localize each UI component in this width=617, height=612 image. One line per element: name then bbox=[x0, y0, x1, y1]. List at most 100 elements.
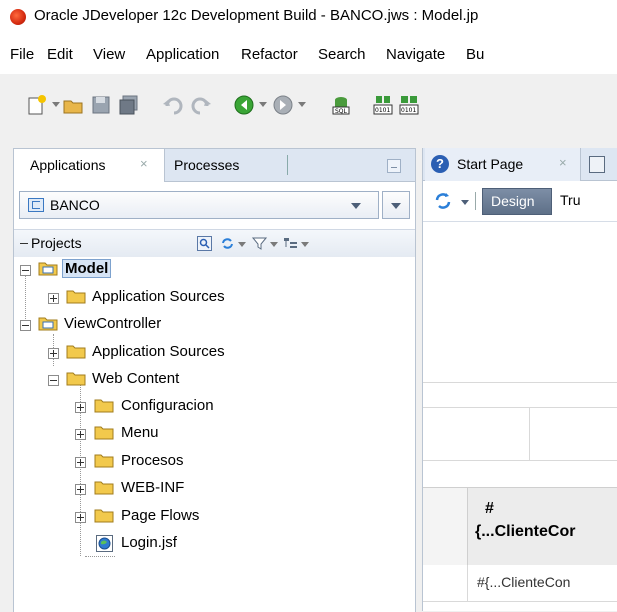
undo-icon[interactable] bbox=[162, 94, 184, 116]
redo-icon[interactable] bbox=[190, 94, 212, 116]
menu-navigate[interactable]: Navigate bbox=[386, 46, 445, 63]
applications-panel: Applications × Processes BANCO Projects bbox=[13, 148, 416, 612]
design-mode-button[interactable]: Design bbox=[482, 188, 552, 215]
layout-divider bbox=[423, 382, 617, 383]
tree-node-web-inf[interactable]: WEB-INF bbox=[14, 477, 414, 501]
tree-node-label: Model bbox=[62, 259, 112, 278]
tree-node-label: Procesos bbox=[121, 452, 184, 469]
expand-icon[interactable] bbox=[75, 484, 86, 495]
chevron-down-icon[interactable] bbox=[301, 242, 309, 247]
collapse-icon[interactable] bbox=[20, 320, 31, 331]
tree-node-web-content[interactable]: Web Content bbox=[14, 368, 414, 392]
design-label: Design bbox=[491, 193, 535, 209]
folder-icon bbox=[66, 344, 86, 359]
tree-node-label: Login.jsf bbox=[121, 534, 177, 551]
tree-node-model[interactable]: Model bbox=[14, 258, 414, 282]
editor-area: ? Start Page × Design Tru # {...ClienteC… bbox=[422, 148, 617, 611]
menu-view[interactable]: View bbox=[93, 46, 125, 63]
folder-icon bbox=[94, 425, 114, 440]
title-bar: Oracle JDeveloper 12c Development Build … bbox=[0, 0, 617, 34]
tree-node-login-jsf[interactable]: Login.jsf bbox=[14, 532, 414, 556]
tree-node-label: WEB-INF bbox=[121, 479, 185, 496]
tab-divider bbox=[287, 155, 288, 175]
expand-icon[interactable] bbox=[75, 457, 86, 468]
tree-node-application-sources[interactable]: Application Sources bbox=[14, 341, 414, 365]
tab-label: Applications bbox=[30, 157, 106, 173]
tab-start-page[interactable]: ? Start Page × bbox=[425, 148, 581, 181]
new-file-icon[interactable] bbox=[26, 94, 48, 116]
chevron-down-icon[interactable] bbox=[259, 102, 267, 107]
table-cell: #{...ClienteCon bbox=[477, 574, 571, 590]
tree-node-page-flows[interactable]: Page Flows bbox=[14, 505, 414, 529]
chevron-down-icon[interactable] bbox=[270, 242, 278, 247]
chevron-down-icon[interactable] bbox=[461, 200, 469, 205]
tree-node-configuracion[interactable]: Configuracion bbox=[14, 395, 414, 419]
jsf-page-icon bbox=[96, 535, 114, 552]
menu-search[interactable]: Search bbox=[318, 46, 366, 63]
expand-icon[interactable] bbox=[75, 429, 86, 440]
forward-icon[interactable] bbox=[272, 94, 294, 116]
chevron-down-icon[interactable] bbox=[52, 102, 60, 107]
menu-refactor[interactable]: Refactor bbox=[241, 46, 298, 63]
help-icon: ? bbox=[431, 155, 449, 173]
application-selector[interactable]: BANCO bbox=[19, 191, 379, 219]
chevron-down-icon bbox=[351, 203, 361, 209]
table-header: # {...ClienteCor bbox=[423, 487, 617, 566]
chevron-down-icon[interactable] bbox=[298, 102, 306, 107]
collapse-icon[interactable] bbox=[20, 243, 28, 244]
tab-processes[interactable]: Processes bbox=[174, 157, 239, 173]
open-folder-icon[interactable] bbox=[62, 94, 84, 116]
menu-application[interactable]: Application bbox=[146, 46, 219, 63]
tree-node-viewcontroller[interactable]: ViewController bbox=[14, 313, 414, 337]
application-menu-button[interactable] bbox=[382, 191, 410, 219]
save-icon[interactable] bbox=[90, 94, 112, 116]
expand-icon[interactable] bbox=[75, 512, 86, 523]
tree-node-label: Page Flows bbox=[121, 507, 200, 524]
projects-label: Projects bbox=[31, 235, 82, 251]
tree-node-menu[interactable]: Menu bbox=[14, 422, 414, 446]
rebuild-icon[interactable]: 0101 bbox=[398, 94, 420, 116]
projects-header[interactable]: Projects bbox=[14, 229, 415, 259]
expand-icon[interactable] bbox=[75, 402, 86, 413]
truncated-mode-button[interactable]: Tru bbox=[560, 192, 580, 208]
collapse-icon[interactable] bbox=[20, 265, 31, 276]
sql-icon[interactable]: SQL bbox=[330, 94, 352, 116]
filter-icon[interactable] bbox=[251, 236, 268, 251]
expand-icon[interactable] bbox=[48, 293, 59, 304]
window-title: Oracle JDeveloper 12c Development Build … bbox=[34, 7, 479, 24]
design-canvas[interactable]: # {...ClienteCor #{...ClienteCon bbox=[423, 222, 617, 611]
tree-guide bbox=[85, 556, 115, 557]
close-icon[interactable]: × bbox=[559, 155, 567, 170]
collapse-icon[interactable] bbox=[48, 375, 59, 386]
save-all-icon[interactable] bbox=[118, 94, 140, 116]
expand-icon[interactable] bbox=[48, 348, 59, 359]
close-icon[interactable]: × bbox=[140, 156, 148, 171]
minimize-icon[interactable] bbox=[387, 159, 401, 173]
tab-applications[interactable]: Applications × bbox=[14, 149, 165, 182]
make-icon[interactable]: 0101 bbox=[372, 94, 394, 116]
back-icon[interactable] bbox=[233, 94, 255, 116]
panel-tab-bar: Applications × Processes bbox=[14, 149, 415, 182]
svg-text:0101: 0101 bbox=[375, 107, 390, 114]
menu-file[interactable]: File bbox=[10, 46, 34, 63]
sync-icon[interactable] bbox=[220, 236, 235, 251]
menu-build[interactable]: Bu bbox=[466, 46, 484, 63]
tree-node-application-sources[interactable]: Application Sources bbox=[14, 286, 414, 310]
layout-divider bbox=[529, 407, 530, 460]
application-selector-value: BANCO bbox=[50, 197, 100, 213]
table-row[interactable]: #{...ClienteCon bbox=[423, 565, 617, 602]
search-icon[interactable] bbox=[197, 236, 212, 251]
tree-node-procesos[interactable]: Procesos bbox=[14, 450, 414, 474]
view-options-icon[interactable] bbox=[283, 236, 298, 251]
table-row-header-cell bbox=[423, 565, 468, 601]
project-folder-icon bbox=[38, 316, 58, 331]
chevron-down-icon[interactable] bbox=[238, 242, 246, 247]
folder-icon bbox=[94, 480, 114, 495]
table-header-line1: # bbox=[485, 500, 494, 517]
project-folder-icon bbox=[38, 261, 58, 276]
page-tab-icon[interactable] bbox=[589, 156, 605, 173]
refresh-icon[interactable] bbox=[433, 191, 453, 211]
project-tree: Model Application Sources ViewController… bbox=[14, 257, 415, 612]
svg-text:SQL: SQL bbox=[335, 108, 348, 115]
menu-edit[interactable]: Edit bbox=[47, 46, 73, 63]
